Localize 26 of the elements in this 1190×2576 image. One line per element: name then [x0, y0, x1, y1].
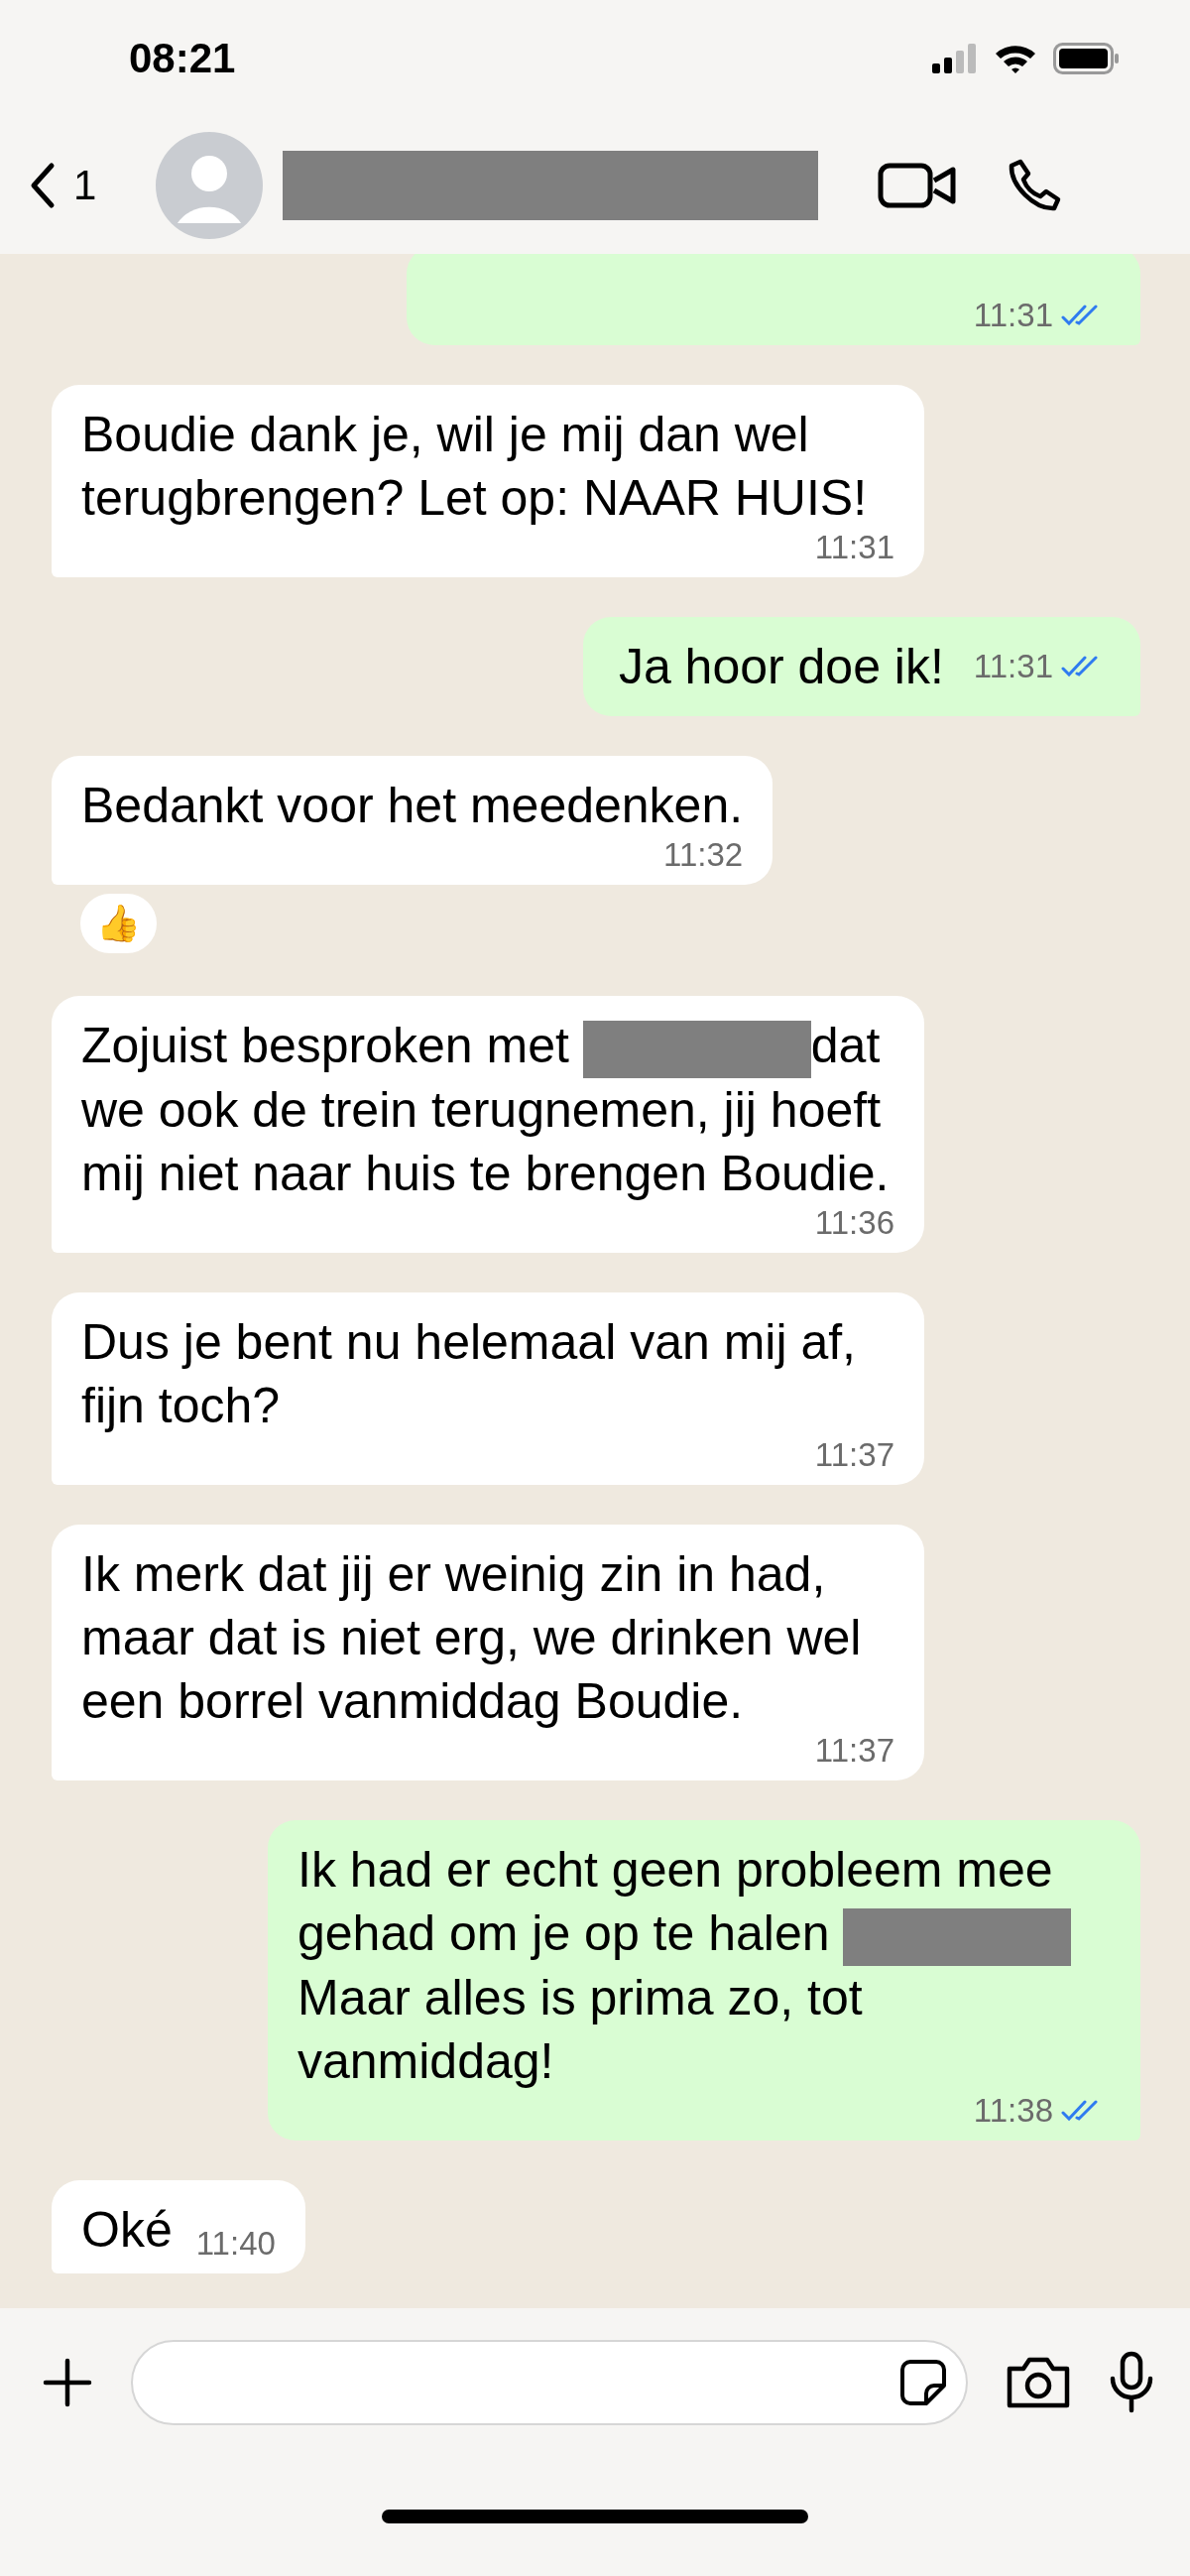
- message-text: Bedankt voor het meedenken.: [81, 777, 744, 835]
- message-text: Oké: [81, 2200, 173, 2260]
- message-time: 11:38: [973, 2092, 1053, 2129]
- wifi-icon: [994, 43, 1037, 74]
- message-text: Ik had er echt geen probleem mee gehad om je op te halen Maar alles is prima zo, tot vanmiddag!: [298, 1837, 1105, 2093]
- message-time: 11:31: [973, 298, 1053, 333]
- message-time: 11:37: [814, 1436, 894, 1473]
- sticker-icon[interactable]: [898, 2358, 948, 2407]
- microphone-icon[interactable]: [1109, 2351, 1154, 2414]
- message-time: 11:36: [814, 1204, 894, 1241]
- message-text: Dus je bent nu helemaal van mij af, fijn toch?: [81, 1312, 857, 1435]
- message-time: 11:31: [973, 649, 1053, 684]
- video-call-icon[interactable]: [878, 161, 958, 210]
- phone-icon[interactable]: [1007, 158, 1063, 213]
- message-time: 11:37: [814, 1732, 894, 1769]
- message-text: Boudie dank je, wil je mij dan wel terugbrengen? Let op: NAAR HUIS!: [81, 406, 869, 528]
- message-text: Zojuist besproken met dat we ook de trein terugnemen, jij hoeft mij niet naar huis te brengen Boudie.: [81, 1017, 891, 1203]
- message-time: 11:40: [195, 2225, 276, 2262]
- back-button[interactable]: 1: [28, 162, 97, 209]
- message-text: Ik merk dat jij er weinig zin in had, maar dat is niet erg, we drinken wel een borrel vanmiddag Boudie.: [81, 1544, 863, 1731]
- signal-icon: [932, 44, 978, 73]
- message-time: 11:32: [663, 837, 744, 873]
- battery-icon: [1053, 43, 1121, 74]
- message-time: 11:31: [814, 530, 894, 565]
- status-time: 08:21: [129, 35, 236, 82]
- message-text: Ja hoor doe ik!: [618, 638, 944, 696]
